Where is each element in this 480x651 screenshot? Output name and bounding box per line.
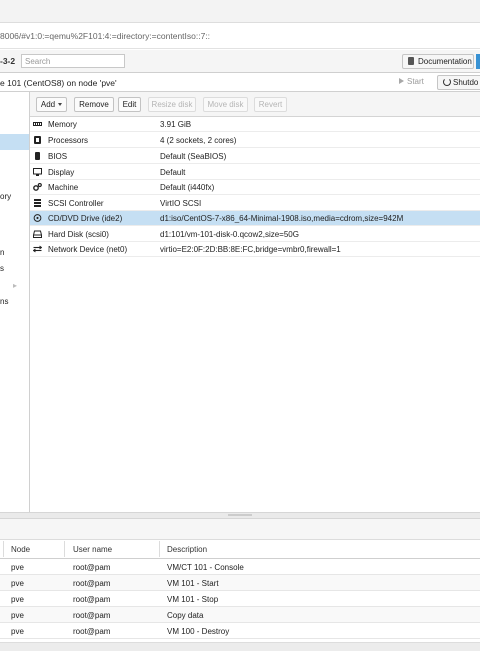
hardware-name: Display xyxy=(48,168,75,177)
hardware-value: 3.91 GiB xyxy=(160,120,192,129)
menu-item-fragment[interactable]: s xyxy=(0,264,4,273)
hardware-row[interactable]: Processors 4 (2 sockets, 2 cores) xyxy=(30,133,480,148)
memory-icon xyxy=(33,122,42,126)
task-description: VM/CT 101 - Console xyxy=(167,563,244,572)
hardware-row[interactable]: Hard Disk (scsi0) d1:101/vm-101-disk-0.q… xyxy=(30,227,480,242)
task-node: pve xyxy=(11,627,24,636)
task-row[interactable]: pve root@pam VM 100 - Destroy xyxy=(0,623,480,639)
hardware-value: d1:101/vm-101-disk-0.qcow2,size=50G xyxy=(160,230,299,239)
bios-icon xyxy=(35,152,40,160)
hardware-name: Memory xyxy=(48,120,77,129)
task-node: pve xyxy=(11,579,24,588)
hardware-name: Hard Disk (scsi0) xyxy=(48,230,109,239)
documentation-label: Documentation xyxy=(418,57,472,66)
column-separator xyxy=(159,541,160,557)
menu-item-fragment[interactable]: ns xyxy=(0,297,8,306)
hardware-value: 4 (2 sockets, 2 cores) xyxy=(160,136,237,145)
chevron-right-icon: ▸ xyxy=(13,281,18,290)
caret-down-icon xyxy=(58,103,63,107)
resize-disk-button[interactable]: Resize disk xyxy=(148,97,196,112)
menu-item-hardware[interactable] xyxy=(0,134,29,150)
menu-item-fragment[interactable]: n xyxy=(0,248,4,257)
hardware-row[interactable]: Display Default xyxy=(30,165,480,180)
column-header-description[interactable]: Description xyxy=(167,545,207,554)
browser-tabstrip xyxy=(0,0,480,23)
revert-button[interactable]: Revert xyxy=(254,97,287,112)
task-node: pve xyxy=(11,611,24,620)
task-user: root@pam xyxy=(73,563,111,572)
version-label: -3-2 xyxy=(0,56,16,66)
edit-button[interactable]: Edit xyxy=(118,97,141,112)
task-description: VM 101 - Stop xyxy=(167,595,219,604)
column-header-user[interactable]: User name xyxy=(73,545,112,554)
column-header-node[interactable]: Node xyxy=(11,545,30,554)
book-icon xyxy=(408,57,414,65)
harddisk-icon xyxy=(33,230,42,238)
task-user: root@pam xyxy=(73,595,111,604)
page-title: e 101 (CentOS8) on node 'pve' xyxy=(0,78,117,88)
cdrom-icon xyxy=(33,214,42,222)
move-disk-button[interactable]: Move disk xyxy=(203,97,248,112)
task-row[interactable]: pve root@pam VM 101 - Stop xyxy=(0,591,480,607)
hardware-value: Default (i440fx) xyxy=(160,183,215,192)
task-user: root@pam xyxy=(73,627,111,636)
task-description: VM 100 - Destroy xyxy=(167,627,230,636)
tasks-tabbar xyxy=(0,519,480,540)
add-button[interactable]: Add xyxy=(36,97,67,112)
hardware-row[interactable]: SCSI Controller VirtIO SCSI xyxy=(30,196,480,211)
hardware-row[interactable]: Machine Default (i440fx) xyxy=(30,180,480,195)
task-user: root@pam xyxy=(73,579,111,588)
hardware-name: CD/DVD Drive (ide2) xyxy=(48,214,123,223)
hardware-row[interactable]: Network Device (net0) virtio=E2:0F:2D:BB… xyxy=(30,242,480,257)
task-node: pve xyxy=(11,595,24,604)
hardware-value: d1:iso/CentOS-7-x86_64-Minimal-1908.iso,… xyxy=(160,214,404,223)
hardware-row[interactable]: BIOS Default (SeaBIOS) xyxy=(30,149,480,164)
machine-icon xyxy=(33,183,42,191)
splitter-grip[interactable] xyxy=(228,514,252,516)
address-bar-url[interactable]: 8006/#v1:0:=qemu%2F101:4:=directory:=con… xyxy=(0,31,210,41)
hardware-name: BIOS xyxy=(48,152,68,161)
task-user: root@pam xyxy=(73,611,111,620)
column-separator xyxy=(3,541,4,557)
menu-item-fragment[interactable]: ory xyxy=(0,192,11,201)
task-row[interactable]: pve root@pam VM/CT 101 - Console xyxy=(0,559,480,575)
tasks-header xyxy=(0,540,480,559)
hardware-row[interactable]: Memory 3.91 GiB xyxy=(30,117,480,132)
hardware-value: Default xyxy=(160,168,186,177)
hardware-value: VirtIO SCSI xyxy=(160,199,202,208)
hardware-name: SCSI Controller xyxy=(48,199,104,208)
hardware-value: Default (SeaBIOS) xyxy=(160,152,227,161)
hardware-name: Machine xyxy=(48,183,79,192)
task-node: pve xyxy=(11,563,24,572)
search-placeholder: Search xyxy=(25,57,51,66)
add-label: Add xyxy=(40,100,56,109)
shutdown-label: Shutdo xyxy=(453,78,479,87)
task-row[interactable]: pve root@pam VM 101 - Start xyxy=(0,575,480,591)
start-button[interactable]: Start xyxy=(407,77,424,86)
task-description: Copy data xyxy=(167,611,204,620)
remove-button[interactable]: Remove xyxy=(74,97,114,112)
column-separator xyxy=(64,541,65,557)
play-icon xyxy=(399,78,404,84)
power-icon xyxy=(443,78,451,86)
hardware-row-selected[interactable]: CD/DVD Drive (ide2) d1:iso/CentOS-7-x86_… xyxy=(30,211,480,226)
network-icon xyxy=(33,245,42,253)
processor-icon xyxy=(34,136,41,144)
create-vm-button[interactable] xyxy=(476,54,480,69)
task-row[interactable]: pve root@pam Copy data xyxy=(0,607,480,623)
display-icon xyxy=(33,168,42,176)
scsi-controller-icon xyxy=(34,199,41,207)
task-description: VM 101 - Start xyxy=(167,579,219,588)
hardware-value: virtio=E2:0F:2D:BB:8E:FC,bridge=vmbr0,fi… xyxy=(160,245,341,254)
hardware-name: Processors xyxy=(48,136,89,145)
hardware-name: Network Device (net0) xyxy=(48,245,128,254)
